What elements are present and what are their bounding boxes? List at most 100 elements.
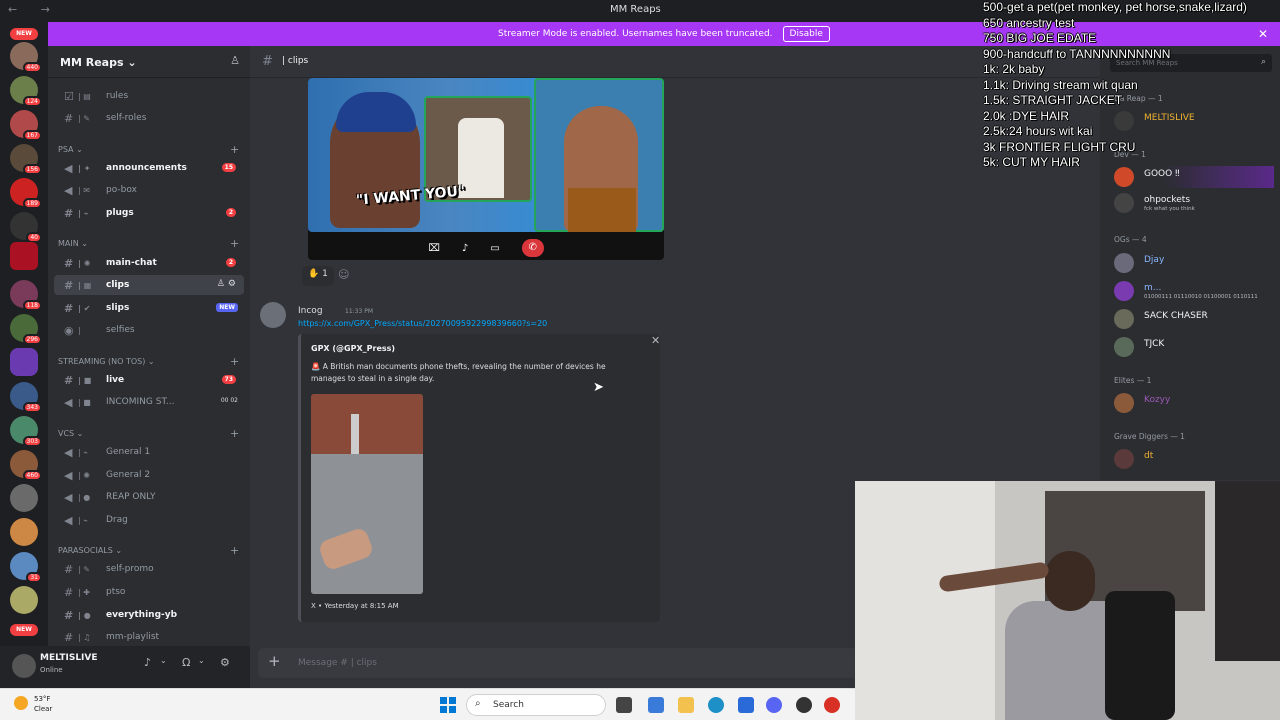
chevron-down-icon[interactable]: ⌄ (160, 656, 167, 665)
embed-image[interactable] (311, 394, 423, 594)
member-item[interactable]: SACK CHASER (1114, 308, 1274, 330)
add-channel-icon[interactable]: + (230, 427, 239, 440)
channel-ptso[interactable]: # | ✚ ptso (54, 582, 244, 602)
add-channel-icon[interactable]: + (230, 355, 239, 368)
member-item[interactable]: m... 01000111 01110010 01100001 0110111 (1114, 280, 1274, 302)
channel-general-1[interactable]: ◀ | ⌁ General 1 (54, 442, 244, 462)
channel-live[interactable]: # | ■ live 73 (54, 370, 244, 390)
shirt (568, 188, 636, 232)
server-icon[interactable]: 40 (10, 212, 42, 243)
store-icon[interactable] (738, 697, 754, 713)
weather-condition: Clear (34, 705, 53, 713)
add-reaction-icon[interactable]: ☺ (338, 268, 349, 281)
building (311, 394, 423, 454)
obs-icon[interactable] (796, 697, 812, 713)
category-vcs[interactable]: VCs ⌄ + (58, 427, 239, 440)
channel-po-box[interactable]: ◀ | ✉ po-box (54, 180, 244, 200)
nav-arrows[interactable]: ← → (8, 3, 60, 16)
server-icon[interactable]: 156 (10, 144, 42, 175)
category-main[interactable]: MAIN ⌄ + (58, 237, 239, 250)
avatar[interactable] (12, 654, 36, 678)
mention-badge: 15 (221, 163, 236, 172)
add-channel-icon[interactable]: + (230, 544, 239, 557)
weather-widget[interactable]: 53°F Clear (34, 694, 52, 714)
member-item[interactable]: Kozyy (1114, 392, 1274, 414)
channel-general-2[interactable]: ◀ | ✺ General 2 (54, 465, 244, 485)
channel-main-chat[interactable]: # | ✺ main-chat 2 (54, 253, 244, 273)
member-item[interactable]: TJCK (1114, 336, 1274, 358)
category-psa[interactable]: PSA ⌄ + (58, 143, 239, 156)
channel-rules[interactable]: ☑ | ▤ rules (54, 86, 244, 106)
channel-slips[interactable]: # | ✔ slips NEW (54, 298, 244, 318)
clip-image[interactable]: "I WANT YOU" ⌧ ♪ ▭ ✆ (308, 78, 664, 260)
message-link[interactable]: https://x.com/GPX_Press/status/202700959… (298, 319, 547, 328)
disable-button[interactable]: Disable (782, 26, 830, 42)
headphones-icon[interactable]: Ω (182, 656, 190, 669)
message-composer[interactable]: + Message # | clips (258, 648, 858, 678)
goal-item: 5k: CUT MY HAIR (983, 155, 1080, 169)
weather-icon[interactable] (14, 696, 28, 710)
channel-announcements[interactable]: ◀ | ✦ announcements 15 (54, 158, 244, 178)
close-icon[interactable]: ✕ (651, 334, 660, 347)
server-icon[interactable] (10, 586, 38, 614)
channel-reap-only[interactable]: ◀ | ● REAP ONLY (54, 487, 244, 507)
channel-self-roles[interactable]: # | ✎ self-roles (54, 108, 244, 128)
server-icon[interactable]: 189 (10, 178, 42, 209)
server-icon[interactable]: 31 (10, 552, 42, 583)
edge-icon[interactable] (708, 697, 724, 713)
server-icon[interactable]: 296 (10, 314, 42, 345)
discord-icon[interactable] (766, 697, 782, 713)
app-icon[interactable] (648, 697, 664, 713)
server-icon[interactable]: 460 (10, 450, 42, 481)
embed-author[interactable]: GPX (@GPX_Press) (311, 344, 395, 353)
channel-drag[interactable]: ◀ | ⌁ Drag (54, 510, 244, 530)
message-input[interactable]: Message # | clips (298, 658, 377, 668)
server-icon[interactable] (10, 242, 38, 270)
server-icon[interactable]: 167 (10, 110, 42, 141)
channel-mm-playlist[interactable]: # | ♫ mm-playlist (54, 627, 244, 646)
mouse-cursor: ➤ (593, 380, 604, 395)
chevron-down-icon[interactable]: ⌄ (198, 656, 205, 665)
windows-start-icon[interactable] (440, 697, 456, 713)
server-icon[interactable]: 343 (10, 382, 42, 413)
category-parasocials[interactable]: PARASOCIALS ⌄ + (58, 544, 239, 557)
member-item[interactable]: ohpockets fck what you think (1114, 192, 1274, 214)
member-item[interactable]: Djay (1114, 252, 1274, 274)
avatar[interactable] (260, 302, 286, 328)
reaction-chip[interactable]: ✋ 1 (302, 266, 334, 286)
member-item[interactable]: dt (1114, 448, 1274, 470)
add-member-icon[interactable]: ♙ (230, 54, 240, 67)
server-icon[interactable] (10, 484, 38, 512)
add-channel-icon[interactable]: + (230, 237, 239, 250)
chrome-icon[interactable] (824, 697, 840, 713)
channel-everything-yb[interactable]: # | ● everything-yb (54, 605, 244, 625)
speaker-icon: ◀ (64, 445, 73, 459)
server-icon[interactable]: 440 (10, 42, 42, 73)
attach-plus-icon[interactable]: + (268, 652, 281, 670)
channel-plugs[interactable]: # | ⌁ plugs 2 (54, 203, 244, 223)
gear-icon[interactable]: ⚙ (220, 656, 230, 669)
goal-overlay: 500-get a pet(pet monkey, pet horse,snak… (983, 0, 1280, 171)
channel-selfies[interactable]: ◉ | selfies (54, 320, 244, 340)
channel-incoming-stage[interactable]: ◀ | ■ INCOMING ST... 00 02 (54, 392, 244, 412)
server-icon[interactable]: 303 (10, 416, 42, 447)
category-streaming[interactable]: STREAMING (NO TOS) ⌄ + (58, 355, 239, 368)
embed-footer: X • Yesterday at 8:15 AM (311, 602, 399, 610)
server-icon[interactable]: 124 (10, 76, 42, 107)
pavement (311, 454, 423, 594)
goal-item: 900-handcuff to TANNNNNNNNNN (983, 46, 1171, 61)
microphone-icon[interactable]: ♪ (144, 656, 151, 669)
file-explorer-icon[interactable] (678, 697, 694, 713)
server-name-header[interactable]: MM Reaps ⌄ ♙ (48, 46, 250, 78)
add-channel-icon[interactable]: + (230, 143, 239, 156)
taskbar-search[interactable]: ⌕ Search (466, 694, 606, 716)
server-icon[interactable] (10, 348, 38, 376)
task-view-icon[interactable] (616, 697, 632, 713)
server-icon[interactable]: 118 (10, 280, 42, 311)
server-icon[interactable] (10, 518, 38, 546)
channel-clips[interactable]: # | ▦ clips ♙ ⚙ (54, 275, 244, 295)
channel-self-promo[interactable]: # | ✎ self-promo (54, 559, 244, 579)
message-author[interactable]: Incog (298, 306, 323, 316)
channel-settings-icon[interactable]: ♙ ⚙ (217, 279, 236, 289)
speaker-icon: ◀ (64, 468, 73, 482)
